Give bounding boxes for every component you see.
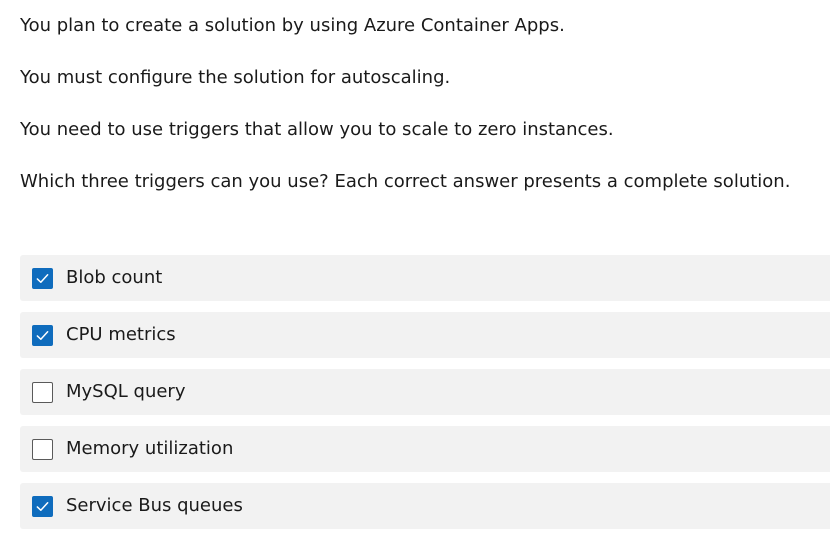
option-blob-count[interactable]: Blob count: [20, 255, 830, 301]
question-line-4: Which three triggers can you use? Each c…: [20, 171, 791, 192]
question-line-3: You need to use triggers that allow you …: [20, 119, 614, 140]
checkmark-icon: [36, 330, 49, 340]
option-mysql-query[interactable]: MySQL query: [20, 369, 830, 415]
option-service-bus-queues[interactable]: Service Bus queues: [20, 483, 830, 529]
checkmark-icon: [36, 273, 49, 283]
option-label: Blob count: [66, 267, 163, 288]
option-memory-utilization[interactable]: Memory utilization: [20, 426, 830, 472]
checkmark-icon: [36, 501, 49, 511]
option-checkbox[interactable]: [32, 267, 53, 289]
question-line-1: You plan to create a solution by using A…: [20, 15, 565, 36]
option-label: Service Bus queues: [66, 495, 243, 516]
question-line-2: You must configure the solution for auto…: [20, 67, 451, 88]
option-checkbox[interactable]: [32, 381, 53, 403]
option-cpu-metrics[interactable]: CPU metrics: [20, 312, 830, 358]
option-checkbox[interactable]: [32, 438, 53, 460]
option-label: MySQL query: [66, 381, 186, 402]
question-text: You plan to create a solution by using A…: [20, 12, 820, 196]
option-label: CPU metrics: [66, 324, 176, 345]
option-checkbox[interactable]: [32, 495, 53, 517]
option-label: Memory utilization: [66, 438, 234, 459]
answer-options: Blob count CPU metrics MySQL query Memor…: [20, 255, 830, 540]
option-checkbox[interactable]: [32, 324, 53, 346]
